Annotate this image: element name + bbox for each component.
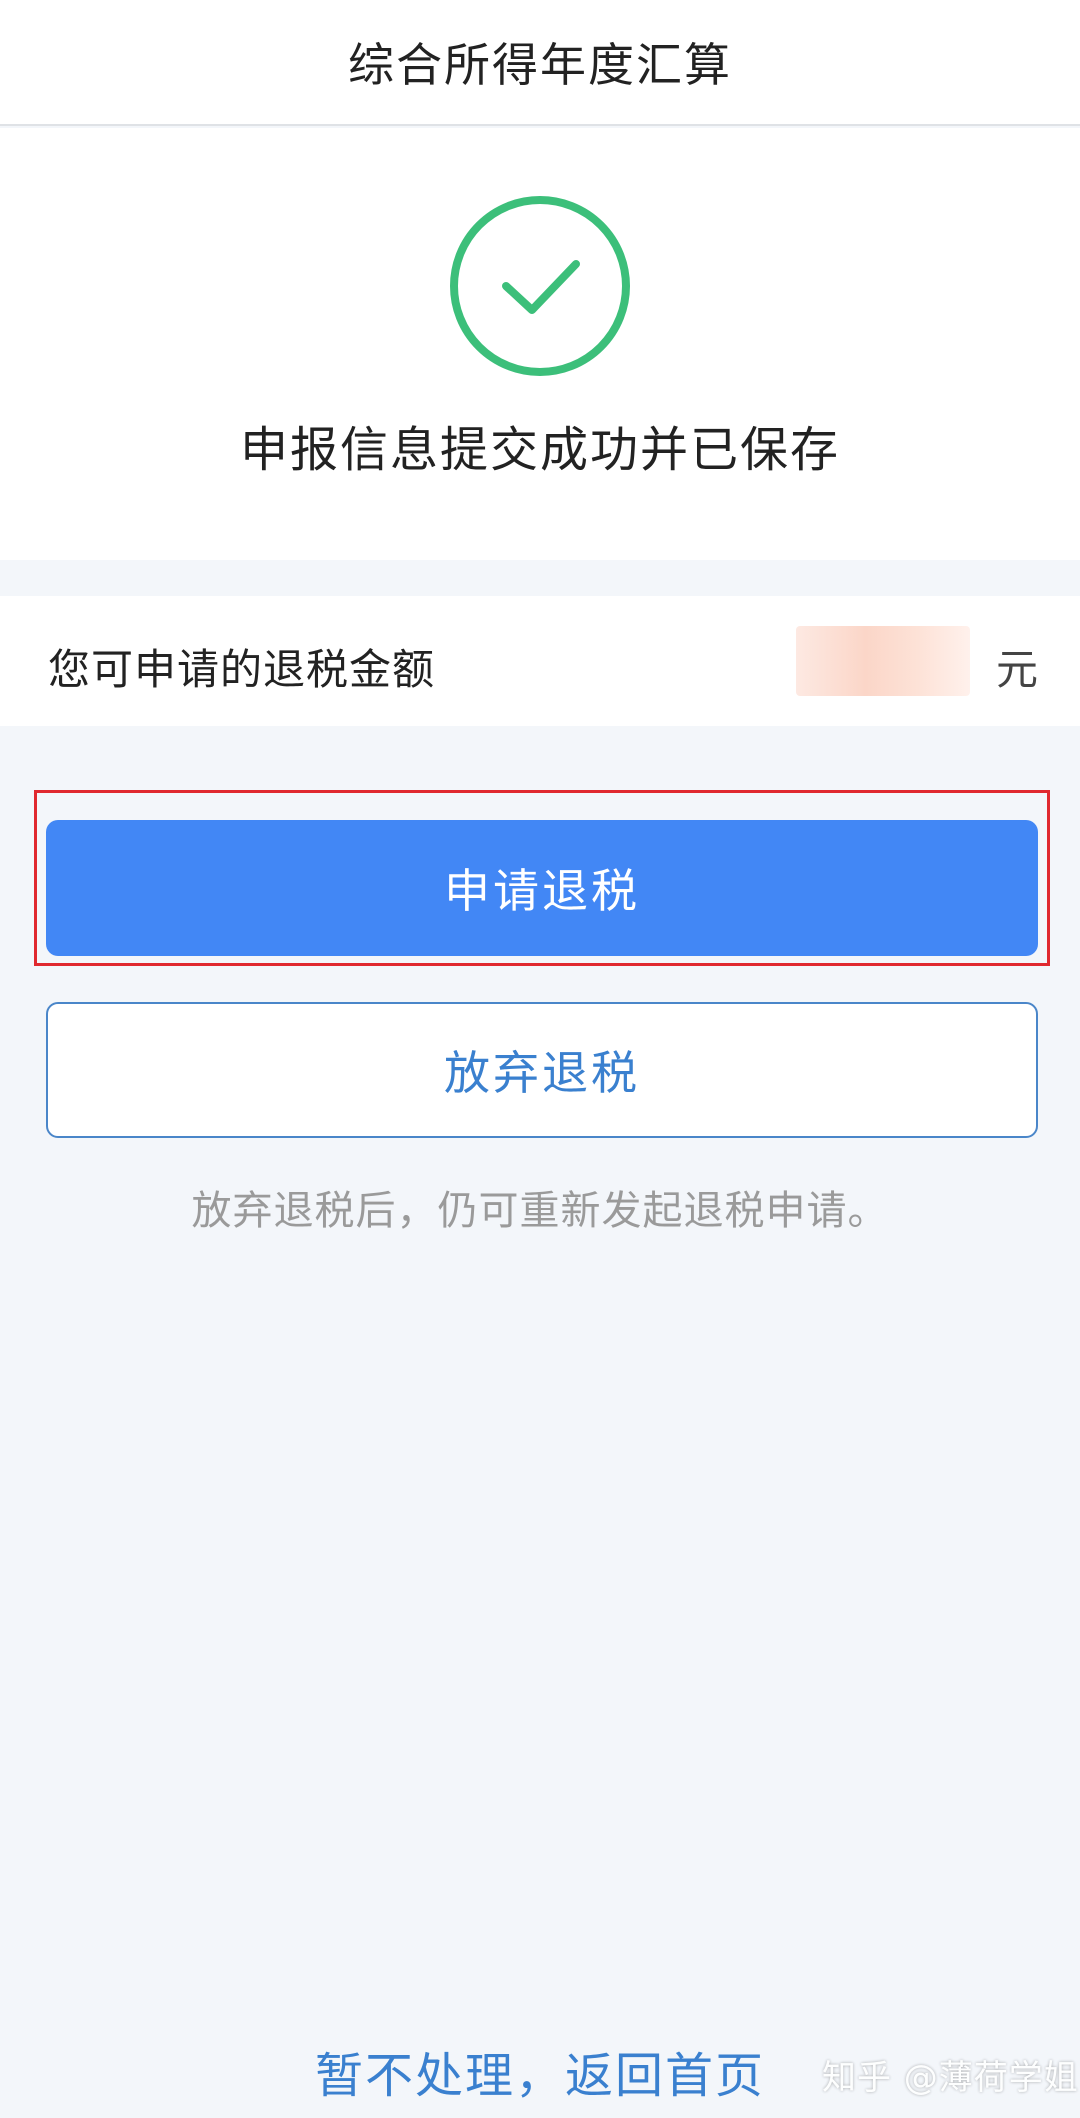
refund-amount-unit: 元 — [996, 645, 1039, 694]
abandon-refund-button[interactable]: 放弃退税 — [46, 1002, 1038, 1138]
apply-refund-button[interactable]: 申请退税 — [46, 820, 1038, 956]
success-panel: 申报信息提交成功并已保存 — [0, 128, 1080, 560]
abandon-hint-text: 放弃退税后，仍可重新发起退税申请。 — [191, 1188, 889, 1234]
page-title: 综合所得年度汇算 — [348, 38, 732, 92]
check-circle-icon — [450, 196, 630, 376]
success-message: 申报信息提交成功并已保存 — [239, 422, 840, 478]
refund-amount-row: 您可申请的退税金额 元 — [0, 596, 1080, 726]
top-bar: 综合所得年度汇算 — [0, 0, 1080, 126]
watermark-text: 知乎 @薄荷学姐 — [822, 2058, 1079, 2098]
refund-amount-value-blurred — [796, 626, 970, 696]
refund-amount-label: 您可申请的退税金额 — [48, 645, 436, 694]
refund-result-page: 综合所得年度汇算 申报信息提交成功并已保存 您可申请的退税金额 元 申请退税 放… — [0, 0, 1080, 2118]
